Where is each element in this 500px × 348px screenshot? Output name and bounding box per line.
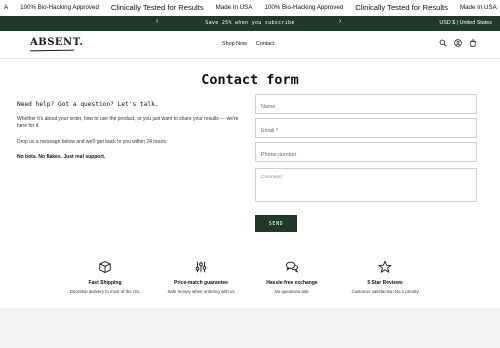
email-field-wrapper <box>255 118 477 140</box>
search-icon[interactable] <box>439 39 447 47</box>
email-input[interactable] <box>256 122 476 140</box>
feature-title: Fast Shipping <box>88 280 122 286</box>
feature-subtitle: Customer satisfaction No.1 priority <box>351 289 419 294</box>
ticker-item: A <box>4 4 9 11</box>
promo-bar: ‹ Save 25% when you subscribe › USD $ | … <box>0 16 500 31</box>
ticker-item: Clinically Tested for Results <box>355 3 448 12</box>
phone-input[interactable] <box>256 146 476 164</box>
box-icon <box>50 260 160 274</box>
feature-fast-shipping: Fast Shipping Doorstep delivery to most … <box>50 260 160 294</box>
promo-message: Save 25% when you subscribe <box>205 20 295 26</box>
star-icon <box>330 260 440 274</box>
support-tagline: No bots. No flakes. Just real support. <box>17 154 106 160</box>
feature-5-star-reviews: 5 Star Reviews Customer satisfaction No.… <box>330 260 440 294</box>
name-field-wrapper <box>255 94 477 116</box>
footer-band <box>0 308 500 348</box>
send-button[interactable]: SEND <box>255 215 297 232</box>
logo[interactable]: ABSENT. <box>30 37 83 48</box>
ticker-item: 100% Bio-Hacking Approved <box>264 4 344 11</box>
intro-text: Whether it's about your order, how to us… <box>17 116 239 129</box>
comment-textarea[interactable] <box>256 169 476 201</box>
comment-field-wrapper <box>255 168 477 202</box>
logo-underline <box>29 49 75 52</box>
announcement-ticker: A 100% Bio-Hacking Approved Clinically Tes… <box>0 0 500 16</box>
ticker-item: Made In USA <box>459 4 497 11</box>
phone-field-wrapper <box>255 142 477 164</box>
page-title: Contact form <box>201 72 299 88</box>
nav-shop-now[interactable]: Shop Now <box>222 41 247 47</box>
ticker-item: Made In USA <box>215 4 253 11</box>
site-header: ABSENT. Shop Now Contact <box>0 31 500 59</box>
nav-contact[interactable]: Contact <box>256 41 275 47</box>
name-input[interactable] <box>256 98 476 116</box>
ticker-track: A 100% Bio-Hacking Approved Clinically Tes… <box>0 2 500 13</box>
ticker-item: 100% Bio-Hacking Approved <box>20 4 99 11</box>
header-icons <box>439 39 477 47</box>
feature-subtitle: Doorstep delivery to most of the US. <box>69 289 141 294</box>
response-time-text: Drop us a message below and we'll get ba… <box>17 139 168 145</box>
currency-region-selector[interactable]: USD $ | United States <box>439 20 492 26</box>
promo-next-button[interactable]: › <box>339 18 341 25</box>
help-heading: Need help? Got a question? Let's talk. <box>17 101 159 108</box>
feature-title: 5 Star Reviews <box>367 280 403 286</box>
account-icon[interactable] <box>454 39 462 47</box>
main-nav: Shop Now Contact <box>222 41 274 47</box>
cart-icon[interactable] <box>469 39 477 47</box>
ticker-item: Clinically Tested for Results <box>110 3 204 12</box>
